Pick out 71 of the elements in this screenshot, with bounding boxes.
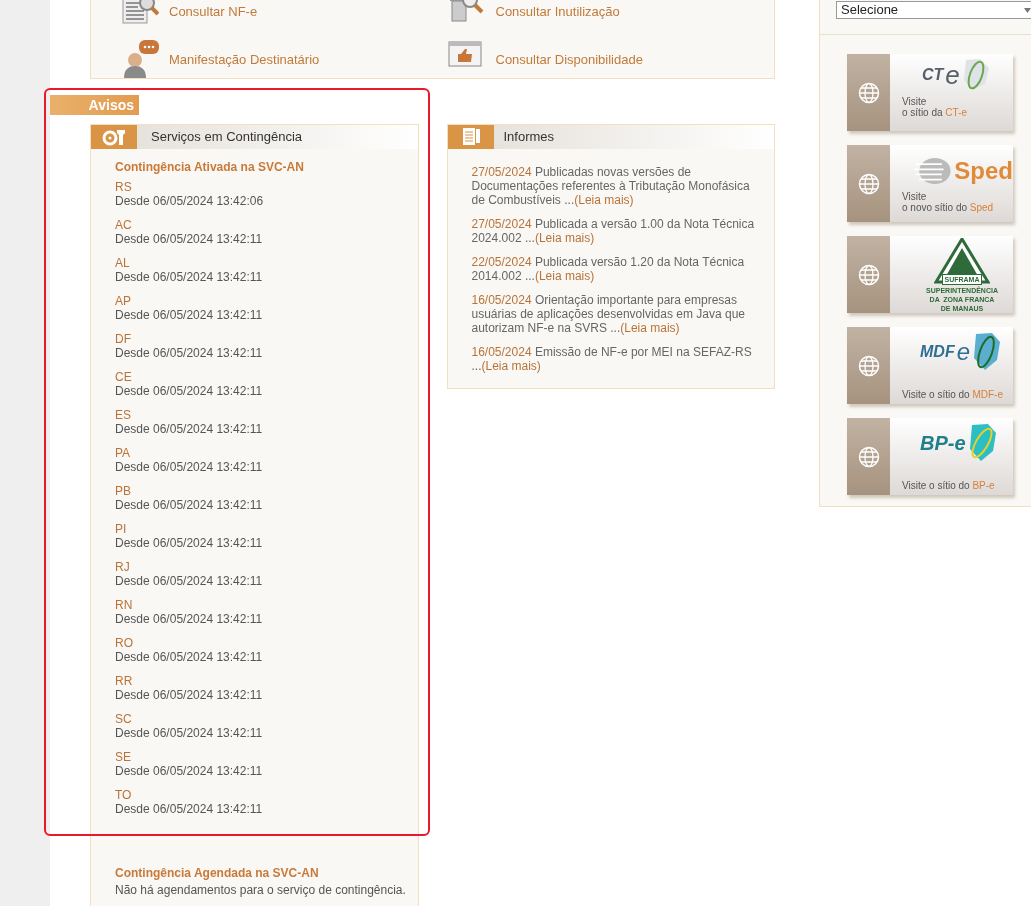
timestamp: Desde 06/05/2024 13:42:11 [115, 574, 263, 588]
news-item: 27/05/2024 Publicadas novas versões de Documentações referentes à Tributação Monofásica de Combustíveis ...(Leia mais) [471, 165, 751, 207]
service-link[interactable]: Consultar Disponibilidade [495, 49, 643, 69]
timestamp: Desde 06/05/2024 13:42:11 [115, 232, 263, 246]
state-code: RN [115, 598, 133, 612]
state-code: SC [115, 712, 132, 726]
section-heading: Contingência Agendada na SVC-AN [115, 866, 320, 880]
state-code: SE [115, 750, 131, 764]
service-link[interactable]: Consultar NF-e [169, 2, 258, 22]
select-dropdown[interactable]: Selecione [836, 1, 1031, 19]
read-more-link[interactable]: (Leia mais) [534, 269, 595, 283]
state-code: PA [115, 446, 131, 460]
timestamp: Desde 06/05/2024 13:42:11 [115, 270, 263, 284]
timestamp: Desde 06/05/2024 13:42:11 [115, 384, 263, 398]
panel-title: Serviços em Contingência [151, 128, 303, 146]
timestamp: Desde 06/05/2024 13:42:11 [115, 536, 263, 550]
timestamp: Desde 06/05/2024 13:42:11 [115, 726, 263, 740]
state-code: AL [115, 256, 130, 270]
state-code: AP [115, 294, 131, 308]
timestamp: Desde 06/05/2024 13:42:11 [115, 308, 263, 322]
timestamp: Desde 06/05/2024 13:42:11 [115, 650, 263, 664]
timestamp: Desde 06/05/2024 13:42:11 [115, 612, 263, 626]
timestamp: Desde 06/05/2024 13:42:11 [115, 802, 263, 816]
globe-icon [857, 354, 880, 377]
map-icon [972, 332, 1000, 372]
timestamp: Desde 06/05/2024 13:42:11 [115, 688, 263, 702]
state-code: RO [115, 636, 133, 650]
state-code: AC [115, 218, 132, 232]
section-heading: Contingência Ativada na SVC-AN [115, 160, 305, 174]
read-more-link[interactable]: (Leia mais) [620, 321, 680, 335]
bpe-logo-drawing: BP-e [920, 418, 1013, 468]
state-code: DF [115, 332, 131, 346]
news-item: 16/05/2024 Orientação importante para empresas usuárias de aplicações desenvolvidas em Java que autorizam NF-e na SVRS ...(Leia mais) [471, 293, 746, 335]
news-item: 22/05/2024 Publicada versão 1.20 da Nota Técnica 2014.002 ...(Leia mais) [471, 255, 746, 283]
banner-text: Visite o sítio do BP-e [902, 480, 996, 491]
map-icon [967, 423, 996, 463]
globe-icon [857, 263, 880, 286]
news-item: 16/05/2024 Emissão de NF-e por MEI na SEFAZ-RS ...(Leia mais) [471, 345, 753, 373]
timestamp: Desde 06/05/2024 13:42:11 [115, 346, 263, 360]
read-more-link[interactable]: (Leia mais) [534, 231, 595, 245]
state-code: TO [115, 788, 132, 802]
state-code: PB [115, 484, 131, 498]
globe-icon [857, 81, 880, 104]
timestamp: Desde 06/05/2024 13:42:06 [115, 194, 264, 208]
news-item: 27/05/2024 Publicada a versão 1.00 da Nota Técnica 2024.002 ...(Leia mais) [471, 217, 756, 245]
read-more-link[interactable]: (Leia mais) [574, 193, 634, 207]
state-code: PI [115, 522, 127, 536]
globe-icon [914, 155, 953, 187]
timestamp: Desde 06/05/2024 13:42:11 [115, 460, 263, 474]
state-code: CE [115, 370, 132, 384]
sped-logo-drawing: Sped [914, 151, 1013, 191]
service-link[interactable]: Consultar Inutilização [495, 2, 620, 22]
read-more-link[interactable]: (Leia mais) [481, 359, 541, 373]
state-code: RS [115, 180, 132, 194]
timestamp: Desde 06/05/2024 13:42:11 [115, 422, 263, 436]
info-text: Não há agendamentos para o serviço de contingência. [115, 883, 407, 897]
globe-icon [857, 172, 880, 195]
state-code: RJ [115, 560, 130, 574]
banner-text: Visite o novo sítio do Sped [902, 191, 995, 213]
timestamp: Desde 06/05/2024 13:42:11 [115, 764, 263, 778]
state-code: ES [115, 408, 131, 422]
state-code: RR [115, 674, 133, 688]
globe-icon [857, 445, 880, 468]
banner-text: Visite o sítio da CT-e [902, 96, 969, 118]
banner-text: Visite o sítio do MDF-e [902, 389, 1004, 400]
panel-title: Informes [503, 128, 555, 146]
service-link[interactable]: Manifestação Destinatário [169, 49, 320, 69]
map-icon [961, 58, 990, 92]
timestamp: Desde 06/05/2024 13:42:11 [115, 498, 263, 512]
caret-icon [1024, 7, 1031, 13]
mdfe-logo-drawing: MDFe [920, 327, 1013, 377]
